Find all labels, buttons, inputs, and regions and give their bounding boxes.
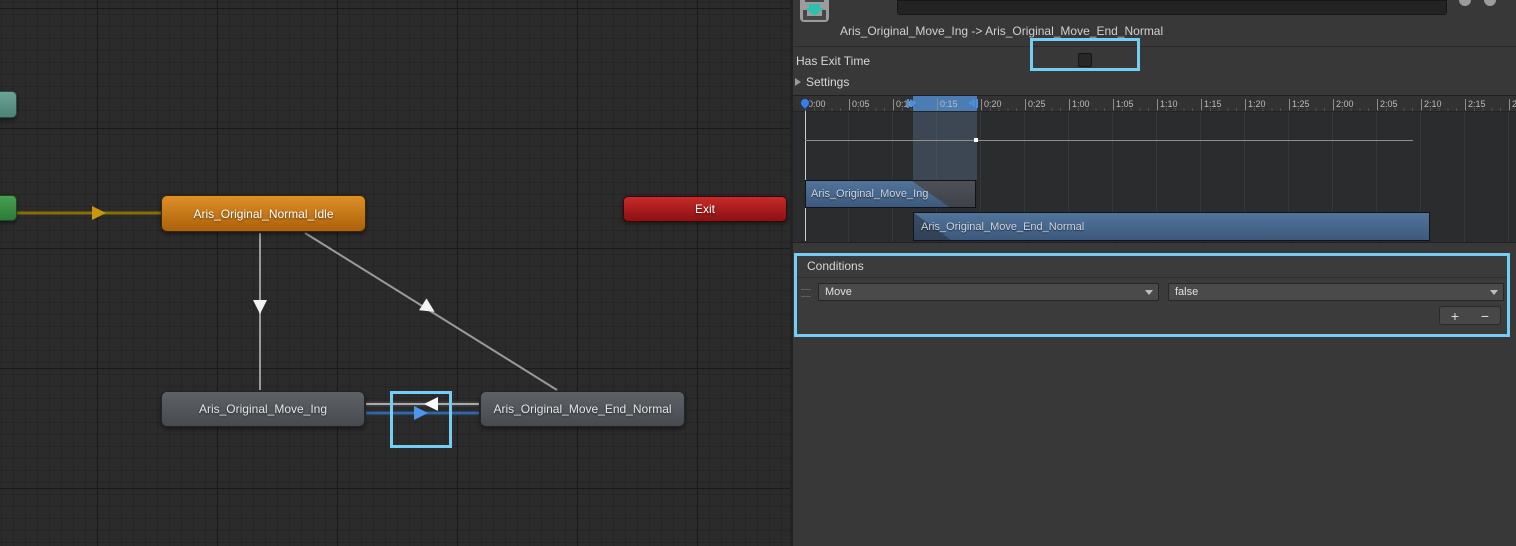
has-exit-time-label: Has Exit Time (796, 54, 870, 68)
clip-label: Aris_Original_Move_Ing (811, 188, 928, 200)
chevron-down-icon (1490, 290, 1498, 295)
ruler-tick: 1:05 (1113, 99, 1134, 110)
animator-window: Aris_Original_Normal_Idle Exit Aris_Orig… (0, 0, 1516, 546)
transition-region (913, 111, 977, 180)
ruler-tick: 1:10 (1157, 99, 1178, 110)
settings-label: Settings (806, 75, 849, 89)
state-node-label: Exit (695, 202, 715, 216)
transition-entry-to-idle[interactable] (17, 206, 161, 220)
clip-label: Aris_Original_Move_End_Normal (921, 221, 1084, 233)
transition-idle-to-move-end[interactable] (305, 233, 557, 390)
ruler-tick: 2:15 (1465, 99, 1486, 110)
blend-curve-line (805, 140, 1413, 141)
remove-condition-button[interactable]: − (1470, 307, 1500, 324)
transition-name-field[interactable] (897, 0, 1447, 15)
ruler-tick: 2:20 (1509, 99, 1516, 110)
chevron-down-icon (1145, 290, 1153, 295)
ruler-tick: 0:25 (1025, 99, 1046, 110)
clip-bar-move-end-normal[interactable]: Aris_Original_Move_End_Normal (913, 212, 1430, 241)
highlight-box-transition-arrows (390, 391, 452, 448)
timeline-ruler[interactable]: 0:00 0:05 0:10 0:15 0:20 0:25 1:00 1:05 … (793, 96, 1516, 112)
transition-icon (800, 0, 829, 22)
condition-parameter-dropdown[interactable]: Move (818, 283, 1159, 301)
any-state-node[interactable] (0, 91, 17, 118)
entry-node[interactable] (0, 195, 17, 221)
ruler-tick: 1:15 (1201, 99, 1222, 110)
settings-foldout[interactable]: Settings (795, 74, 849, 90)
clip-bar-move-ing[interactable]: Aris_Original_Move_Ing (805, 180, 976, 208)
state-node-label: Aris_Original_Normal_Idle (193, 207, 333, 221)
add-condition-button[interactable]: + (1440, 307, 1470, 324)
transition-timeline[interactable]: 0:00 0:05 0:10 0:15 0:20 0:25 1:00 1:05 … (793, 95, 1516, 243)
transition-lines-layer (0, 0, 790, 546)
gear-icon[interactable] (1484, 0, 1496, 6)
ruler-tick: 0:20 (981, 99, 1002, 110)
conditions-panel: Conditions Move false + − (794, 253, 1510, 337)
condition-parameter-value: Move (825, 286, 852, 298)
transition-inspector: Aris_Original_Move_Ing -> Aris_Original_… (793, 0, 1516, 546)
conditions-header: Conditions (797, 256, 1507, 278)
transition-title: Aris_Original_Move_Ing -> Aris_Original_… (840, 24, 1163, 38)
state-node-move-end-normal[interactable]: Aris_Original_Move_End_Normal (480, 391, 685, 427)
inspector-header: Aris_Original_Move_Ing -> Aris_Original_… (793, 0, 1516, 47)
state-node-move-ing[interactable]: Aris_Original_Move_Ing (161, 391, 365, 427)
state-node-label: Aris_Original_Move_End_Normal (493, 402, 671, 416)
drag-handle-icon[interactable] (801, 289, 811, 297)
blend-curve-keypoint[interactable] (974, 138, 978, 142)
help-icon[interactable] (1459, 0, 1471, 6)
ruler-tick: 0:15 (937, 99, 958, 110)
transition-idle-to-move-ing[interactable] (253, 233, 267, 390)
condition-list-buttons: + − (1439, 306, 1501, 325)
state-node-idle[interactable]: Aris_Original_Normal_Idle (161, 195, 366, 232)
condition-value-dropdown[interactable]: false (1168, 283, 1504, 301)
ruler-tick: 1:00 (1069, 99, 1090, 110)
state-node-exit[interactable]: Exit (623, 196, 787, 222)
ruler-tick: 1:20 (1245, 99, 1266, 110)
ruler-tick: 2:00 (1333, 99, 1354, 110)
ruler-tick: 2:05 (1377, 99, 1398, 110)
highlight-box-checkbox (1030, 38, 1140, 71)
arrowhead-icon (92, 206, 106, 220)
playhead-line (805, 111, 806, 241)
condition-value: false (1175, 286, 1198, 298)
ruler-tick: 2:10 (1421, 99, 1442, 110)
animator-graph-canvas[interactable]: Aris_Original_Normal_Idle Exit Aris_Orig… (0, 0, 790, 546)
chevron-right-icon (795, 78, 801, 86)
arrowhead-icon (253, 300, 267, 314)
ruler-tick: 1:25 (1289, 99, 1310, 110)
state-node-label: Aris_Original_Move_Ing (199, 402, 327, 416)
ruler-tick: 0:05 (849, 99, 870, 110)
